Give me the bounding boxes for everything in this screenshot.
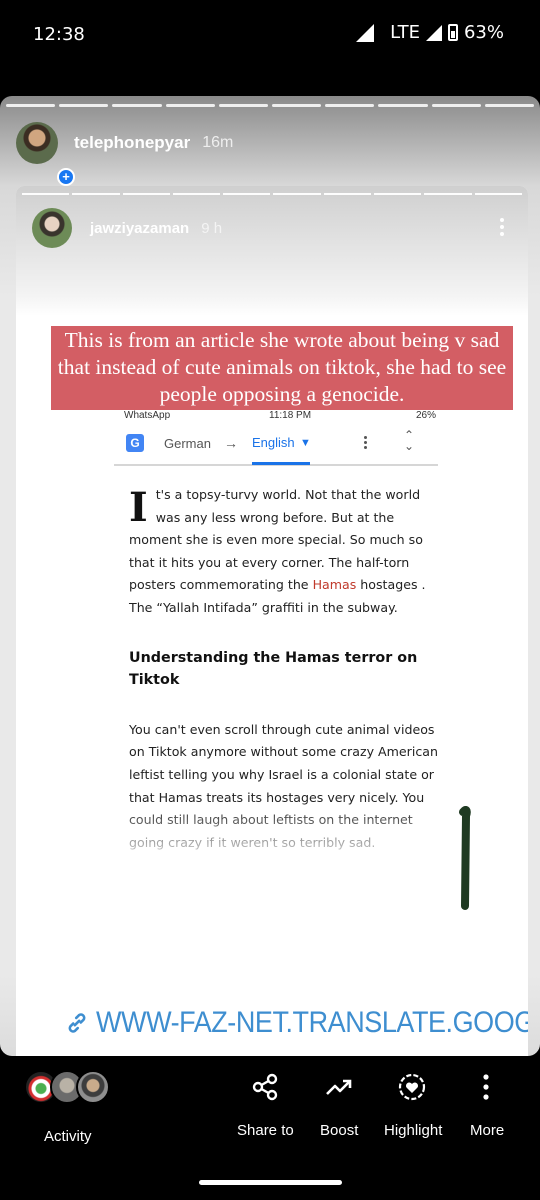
heart-circle-icon bbox=[398, 1073, 426, 1101]
target-language: English bbox=[252, 435, 295, 450]
avatar[interactable] bbox=[32, 208, 72, 248]
progress-segment bbox=[72, 193, 120, 195]
shared-story-timestamp: 9 h bbox=[201, 219, 223, 237]
text-fade-overlay bbox=[129, 804, 439, 865]
progress-segment bbox=[325, 104, 375, 107]
story-progress-bar bbox=[6, 104, 535, 107]
progress-segment bbox=[431, 104, 481, 107]
progress-segment bbox=[165, 104, 215, 107]
activity-button[interactable]: Activity bbox=[24, 1070, 124, 1145]
drop-cap: I bbox=[129, 484, 148, 531]
signal-strength-icon bbox=[425, 24, 442, 41]
article-link: Hamas bbox=[312, 577, 357, 593]
progress-segment bbox=[323, 193, 372, 195]
shared-story-card[interactable]: jawziyazaman 9 h This is from an article… bbox=[16, 186, 528, 1056]
progress-segment bbox=[218, 104, 269, 107]
progress-segment bbox=[273, 193, 321, 195]
link-icon bbox=[68, 1013, 86, 1033]
progress-segment bbox=[484, 104, 535, 107]
progress-segment bbox=[474, 193, 522, 195]
progress-segment bbox=[223, 193, 271, 195]
progress-segment bbox=[22, 193, 70, 195]
story-timestamp: 16m bbox=[202, 134, 234, 151]
network-type: LTE bbox=[390, 22, 420, 43]
activity-label: Activity bbox=[44, 1128, 92, 1145]
source-language: German bbox=[164, 436, 211, 451]
highlight-label: Highlight bbox=[384, 1122, 443, 1139]
add-story-icon[interactable]: + bbox=[57, 168, 75, 186]
progress-segment bbox=[59, 104, 109, 107]
story-viewer[interactable]: + telephonepyar 16m jawziyazaman 9 h Thi… bbox=[0, 96, 540, 1056]
shared-story-header: jawziyazaman 9 h bbox=[32, 208, 222, 248]
collapse-icon: ⌃ ⌄ bbox=[404, 428, 415, 453]
trending-up-icon bbox=[326, 1079, 352, 1095]
status-bar: 12:38 LTE 63% bbox=[0, 0, 540, 70]
arrow-right-icon: → bbox=[224, 435, 238, 451]
more-options-icon bbox=[364, 436, 368, 451]
share-icon bbox=[252, 1073, 278, 1101]
article-paragraph: It's a topsy-turvy world. Not that the w… bbox=[129, 484, 439, 620]
viewer-avatar bbox=[76, 1070, 110, 1104]
battery-icon bbox=[447, 24, 458, 41]
screenshot-time: 11:18 PM bbox=[269, 410, 312, 421]
status-time: 12:38 bbox=[33, 24, 85, 45]
article-body: It's a topsy-turvy world. Not that the w… bbox=[129, 484, 439, 865]
translate-bar: G German → English ▼ ⌃ ⌄ bbox=[114, 424, 438, 466]
progress-segment bbox=[172, 193, 221, 195]
google-translate-icon: G bbox=[126, 434, 144, 452]
shared-story-progress-bar bbox=[22, 193, 522, 195]
shared-story-username[interactable]: jawziyazaman bbox=[90, 220, 189, 237]
link-sticker[interactable]: WWW-FAZ-NET.TRANSLATE.GOOG bbox=[64, 1006, 528, 1040]
caption-banner: This is from an article she wrote about … bbox=[51, 326, 513, 410]
shared-story-gradient bbox=[16, 186, 528, 316]
link-sticker-url[interactable]: WWW-FAZ-NET.TRANSLATE.GOOG bbox=[96, 1006, 528, 1040]
story-header: + telephonepyar 16m bbox=[16, 122, 234, 186]
screenshot-app-name: WhatsApp bbox=[124, 410, 171, 421]
progress-segment bbox=[424, 193, 472, 195]
active-language-indicator bbox=[252, 462, 310, 465]
story-action-bar: Activity Share to Boost Highlight More bbox=[0, 1064, 540, 1164]
progress-segment bbox=[374, 193, 422, 195]
avatar[interactable] bbox=[16, 122, 58, 164]
article-heading: Understanding the Hamas terror on Tiktok bbox=[129, 649, 418, 689]
article-paragraph: You can't even scroll through cute anima… bbox=[129, 719, 439, 865]
status-indicators: LTE 63% bbox=[356, 22, 504, 43]
screenshot-status-bar: WhatsApp 11:18 PM 26% bbox=[124, 408, 436, 422]
more-options-icon[interactable] bbox=[500, 218, 504, 239]
progress-segment bbox=[122, 193, 170, 195]
progress-segment bbox=[378, 104, 428, 107]
progress-segment bbox=[272, 104, 322, 107]
more-vertical-icon bbox=[483, 1074, 489, 1100]
progress-segment bbox=[6, 104, 56, 107]
more-label: More bbox=[470, 1122, 505, 1139]
boost-label: Boost bbox=[320, 1122, 359, 1139]
story-username[interactable]: telephonepyar bbox=[74, 133, 190, 153]
signal-icon bbox=[356, 23, 375, 42]
progress-segment bbox=[112, 104, 162, 107]
chevron-down-icon: ▼ bbox=[300, 437, 311, 449]
home-indicator[interactable] bbox=[199, 1180, 342, 1185]
battery-percent: 63% bbox=[463, 22, 504, 43]
screenshot-battery: 26% bbox=[415, 410, 436, 421]
marker-drawing bbox=[459, 806, 471, 910]
viewer-avatars bbox=[24, 1070, 124, 1104]
share-label: Share to bbox=[237, 1122, 294, 1139]
